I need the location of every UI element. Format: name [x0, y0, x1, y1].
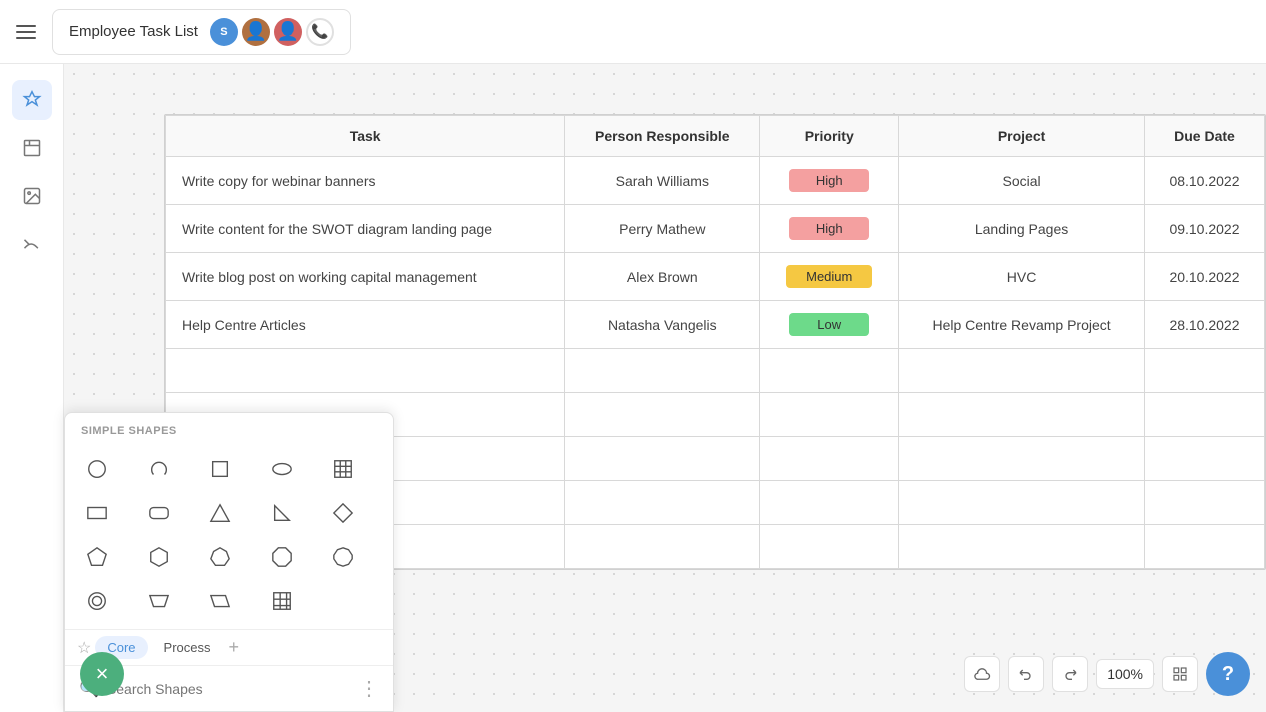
task-cell: Help Centre Articles [166, 301, 565, 349]
project-cell: Landing Pages [899, 205, 1145, 253]
priority-badge: Low [789, 313, 869, 336]
col-priority: Priority [760, 116, 899, 157]
decagon-shape[interactable] [323, 537, 363, 577]
bottom-bar: 100% ? [964, 652, 1250, 696]
project-cell: HVC [899, 253, 1145, 301]
frame-tool-button[interactable] [12, 128, 52, 168]
circle-shape[interactable] [77, 449, 117, 489]
avatar-group: S 👤 👤 📞 [210, 18, 334, 46]
ellipse-shape[interactable] [262, 449, 302, 489]
priority-cell: Medium [760, 253, 899, 301]
pentagon-shape[interactable] [77, 537, 117, 577]
zoom-level[interactable]: 100% [1096, 659, 1154, 689]
priority-badge: High [789, 169, 869, 192]
add-tab-button[interactable]: + [229, 637, 240, 658]
person-cell: Sarah Williams [565, 157, 760, 205]
topbar: Employee Task List S 👤 👤 📞 [0, 0, 1266, 64]
priority-cell: High [760, 205, 899, 253]
due-cell: 09.10.2022 [1144, 205, 1264, 253]
rounded-rect-shape[interactable] [139, 493, 179, 533]
person-cell: Alex Brown [565, 253, 760, 301]
trapezoid-shape[interactable] [139, 581, 179, 621]
shapes-section-label: Simple Shapes [65, 413, 393, 441]
grid-shape[interactable] [262, 581, 302, 621]
table-row [166, 349, 1265, 393]
rect-shape[interactable] [77, 493, 117, 533]
shapes-tool-button[interactable] [12, 80, 52, 120]
cloud-save-button[interactable] [964, 656, 1000, 692]
avatar-3[interactable]: 👤 [274, 18, 302, 46]
priority-badge: High [789, 217, 869, 240]
diamond-shape[interactable] [323, 493, 363, 533]
due-cell: 20.10.2022 [1144, 253, 1264, 301]
task-cell: Write content for the SWOT diagram landi… [166, 205, 565, 253]
title-box[interactable]: Employee Task List S 👤 👤 📞 [52, 9, 351, 55]
due-cell: 28.10.2022 [1144, 301, 1264, 349]
person-cell: Natasha Vangelis [565, 301, 760, 349]
more-options-icon[interactable]: ⋮ [359, 676, 379, 701]
due-cell: 08.10.2022 [1144, 157, 1264, 205]
right-triangle-shape[interactable] [262, 493, 302, 533]
table-row: Write content for the SWOT diagram landi… [166, 205, 1265, 253]
arc-shape[interactable] [139, 449, 179, 489]
col-task: Task [166, 116, 565, 157]
table-row: Write blog post on working capital manag… [166, 253, 1265, 301]
heptagon-shape[interactable] [200, 537, 240, 577]
project-cell: Help Centre Revamp Project [899, 301, 1145, 349]
task-cell: Write copy for webinar banners [166, 157, 565, 205]
shapes-grid [65, 441, 393, 629]
col-due: Due Date [1144, 116, 1264, 157]
help-button[interactable]: ? [1206, 652, 1250, 696]
project-cell: Social [899, 157, 1145, 205]
col-person: Person Responsible [565, 116, 760, 157]
task-cell: Write blog post on working capital manag… [166, 253, 565, 301]
draw-tool-button[interactable] [12, 224, 52, 264]
square-shape[interactable] [200, 449, 240, 489]
col-project: Project [899, 116, 1145, 157]
hexagon-shape[interactable] [139, 537, 179, 577]
priority-badge: Medium [786, 265, 872, 288]
parallelogram-shape[interactable] [200, 581, 240, 621]
undo-button[interactable] [1008, 656, 1044, 692]
left-sidebar [0, 64, 64, 712]
table-row: Write copy for webinar banners Sarah Wil… [166, 157, 1265, 205]
table-row: Help Centre Articles Natasha Vangelis Lo… [166, 301, 1265, 349]
menu-button[interactable] [16, 25, 36, 39]
avatar-2[interactable]: 👤 [242, 18, 270, 46]
image-tool-button[interactable] [12, 176, 52, 216]
table-shape[interactable] [323, 449, 363, 489]
priority-cell: Low [760, 301, 899, 349]
search-shapes-input[interactable] [107, 681, 351, 697]
document-title: Employee Task List [69, 23, 198, 40]
redo-button[interactable] [1052, 656, 1088, 692]
grid-view-button[interactable] [1162, 656, 1198, 692]
close-fab-button[interactable]: × [80, 652, 124, 696]
person-cell: Perry Mathew [565, 205, 760, 253]
call-button[interactable]: 📞 [306, 18, 334, 46]
ring-shape[interactable] [77, 581, 117, 621]
process-tab[interactable]: Process [152, 636, 223, 659]
triangle-shape[interactable] [200, 493, 240, 533]
avatar-1[interactable]: S [210, 18, 238, 46]
priority-cell: High [760, 157, 899, 205]
octagon-shape[interactable] [262, 537, 302, 577]
